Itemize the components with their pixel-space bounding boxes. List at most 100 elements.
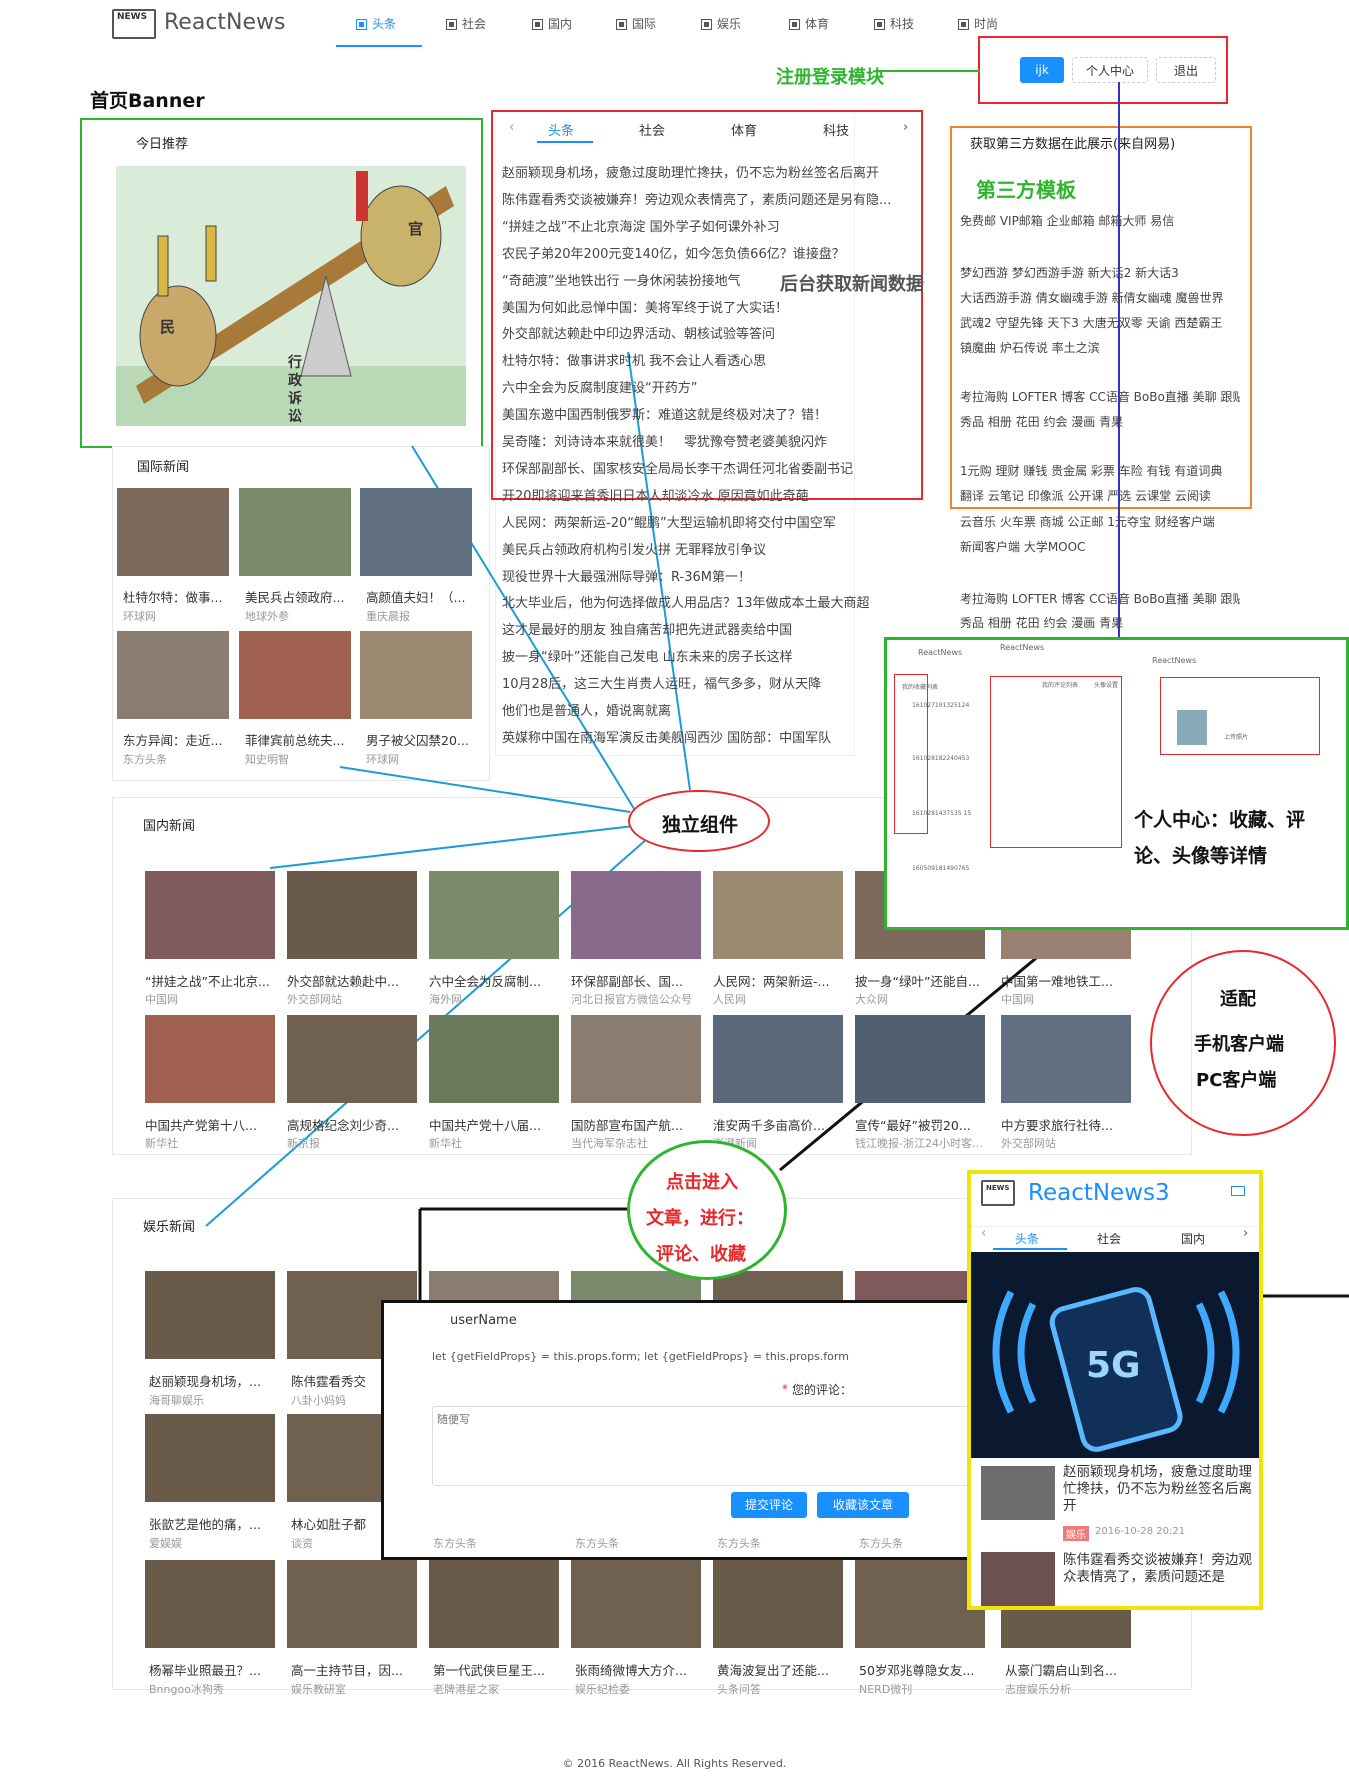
domestic-news-thumb[interactable] <box>855 1015 985 1103</box>
domestic-news-thumb[interactable] <box>571 1015 701 1103</box>
center-tab-0[interactable]: 我的收藏列表 <box>902 682 938 691</box>
nav-item-7[interactable]: 时尚 <box>958 15 998 32</box>
nav-item-0[interactable]: 头条 <box>356 15 396 32</box>
news-list-item[interactable]: 美民兵占领政府机构引发火拼 无罪释放引争议 <box>502 539 910 558</box>
news-list-item[interactable]: 六中全会为反腐制度建设“开药方” <box>502 377 910 396</box>
domestic-news-caption[interactable]: “拼娃之战”不止北京... <box>145 971 281 990</box>
ent-news-thumb[interactable] <box>855 1560 985 1648</box>
domestic-news-caption[interactable]: 中方要求旅行社待... <box>1001 1115 1137 1134</box>
third-party-links[interactable]: 秀品 相册 花田 约会 漫画 青果 <box>960 614 1240 631</box>
ent-news-caption[interactable]: 50岁邓兆尊隐女友... <box>859 1660 985 1679</box>
domestic-news-caption[interactable]: 六中全会为反腐制... <box>429 971 565 990</box>
ent-news-caption[interactable]: 从豪门霸启山到名... <box>1005 1660 1131 1679</box>
domestic-news-thumb[interactable] <box>287 871 417 959</box>
center-tab-1[interactable]: 我的评论列表 <box>1042 680 1078 689</box>
news-list-item[interactable]: 美国为何如此忌惮中国：美将军终于说了大实话！ <box>502 297 910 316</box>
third-party-links[interactable]: 云音乐 火车票 商城 公正邮 1元夺宝 财经客户端 <box>960 513 1240 530</box>
domestic-news-caption[interactable]: 外交部就达赖赴中... <box>287 971 423 990</box>
intl-news-thumb[interactable] <box>360 488 472 576</box>
news-list-item[interactable]: 杜特尔特：做事讲求时机 我不会让人看透心思 <box>502 350 910 369</box>
nav-item-2[interactable]: 国内 <box>532 15 572 32</box>
domestic-news-thumb[interactable] <box>429 1015 559 1103</box>
intl-news-thumb[interactable] <box>239 488 351 576</box>
news-list-item[interactable]: 环保部副部长、国家核安全局局长李干杰调任河北省委副书记 <box>502 458 910 477</box>
domestic-news-caption[interactable]: 披一身“绿叶”还能自... <box>855 971 991 990</box>
ent-news-caption[interactable]: 张歆艺是他的痛，... <box>149 1514 275 1533</box>
news-list-item[interactable]: 美国东邀中国西制俄罗斯：难道这就是终极对决了？错！ <box>502 404 910 423</box>
third-party-links[interactable]: 新闻客户端 大学MOOC <box>960 538 1240 555</box>
domestic-news-caption[interactable]: 淮安两千多亩高价... <box>713 1115 849 1134</box>
mobile-tab-0[interactable]: 头条 <box>1015 1230 1039 1247</box>
mobile-5g-banner[interactable]: 5G <box>971 1252 1259 1458</box>
nav-item-6[interactable]: 科技 <box>874 15 914 32</box>
news-list-item[interactable]: 开20即将迎来首秀旧日本人却淡冷水 原因竟如此奇葩 <box>502 485 910 504</box>
ent-news-caption[interactable]: 第一代武侠巨星王... <box>433 1660 559 1679</box>
ent-news-thumb[interactable] <box>145 1271 275 1359</box>
third-party-links[interactable]: 翻译 云笔记 印像派 公开课 严选 云课堂 云阅读 <box>960 487 1240 504</box>
ent-news-caption[interactable]: 杨幂毕业照最丑？... <box>149 1660 275 1679</box>
news-list-item[interactable]: 外交部就达赖赴中印边界活动、朝核试验等答问 <box>502 323 910 342</box>
ent-news-thumb[interactable] <box>571 1560 701 1648</box>
domestic-news-caption[interactable]: 高规格纪念刘少奇... <box>287 1115 423 1134</box>
domestic-news-thumb[interactable] <box>713 871 843 959</box>
nav-item-1[interactable]: 社会 <box>446 15 486 32</box>
nav-item-4[interactable]: 娱乐 <box>701 15 741 32</box>
mobile-tab-1[interactable]: 社会 <box>1097 1230 1121 1247</box>
news-list-item[interactable]: 陈伟霆看秀交谈被嫌弃！旁边观众表情亮了，素质问题还是另有隐... <box>502 189 910 208</box>
intl-news-caption[interactable]: 美民兵占领政府... <box>245 587 353 606</box>
third-party-links[interactable]: 梦幻西游 梦幻西游手游 新大话2 新大话3 <box>960 264 1240 281</box>
intl-news-thumb[interactable] <box>117 488 229 576</box>
ent-news-caption[interactable]: 赵丽颖现身机场，... <box>149 1371 275 1390</box>
news-list-item[interactable]: 现役世界十大最强洲际导弹：R-36M第一！ <box>502 566 910 585</box>
nav-item-5[interactable]: 体育 <box>789 15 829 32</box>
domestic-news-caption[interactable]: 中国共产党十八届... <box>429 1115 565 1134</box>
domestic-news-thumb[interactable] <box>1001 1015 1131 1103</box>
domestic-news-caption[interactable]: 国防部宣布国产航... <box>571 1115 707 1134</box>
ent-news-thumb[interactable] <box>713 1560 843 1648</box>
submit-comment-button[interactable]: 提交评论 <box>731 1492 807 1518</box>
domestic-news-thumb[interactable] <box>287 1015 417 1103</box>
ent-news-thumb[interactable] <box>429 1560 559 1648</box>
collect-article-button[interactable]: 收藏该文章 <box>817 1492 909 1518</box>
news-tab-1[interactable]: 社会 <box>639 120 665 139</box>
ent-news-caption[interactable]: 高一主持节目，因... <box>291 1660 417 1679</box>
ent-news-thumb[interactable] <box>145 1414 275 1502</box>
ent-news-thumb[interactable] <box>145 1560 275 1648</box>
domestic-news-thumb[interactable] <box>713 1015 843 1103</box>
domestic-news-thumb[interactable] <box>145 871 275 959</box>
news-list-item[interactable]: 农民子弟20年200元变140亿，如今怎负债66亿？谁接盘？ <box>502 243 910 262</box>
domestic-news-thumb[interactable] <box>145 1015 275 1103</box>
intl-news-thumb[interactable] <box>360 631 472 719</box>
domestic-news-caption[interactable]: 中国第一难地铁工... <box>1001 971 1137 990</box>
news-tab-2[interactable]: 体育 <box>731 120 757 139</box>
third-party-links[interactable]: 秀品 相册 花田 约会 漫画 青果 <box>960 413 1240 430</box>
domestic-news-caption[interactable]: 人民网：两架新运-... <box>713 971 849 990</box>
third-party-links[interactable]: 武魂2 守望先锋 天下3 大唐无双零 天谕 西楚霸王 <box>960 314 1240 331</box>
mobile-news-2[interactable]: 陈伟霆看秀交谈被嫌弃！旁边观众表情亮了，素质问题还是 <box>1063 1552 1253 1604</box>
news-list-item[interactable]: “拼娃之战”不止北京海淀 国外学子如何课外补习 <box>502 216 910 235</box>
news-tab-0[interactable]: 头条 <box>548 120 574 139</box>
news-tab-3[interactable]: 科技 <box>823 120 849 139</box>
intl-news-caption[interactable]: 菲律宾前总统夫... <box>245 730 353 749</box>
mobile-news-thumb[interactable] <box>981 1466 1055 1520</box>
comment-textarea[interactable] <box>432 1406 1017 1486</box>
ent-news-thumb[interactable] <box>287 1560 417 1648</box>
domestic-news-thumb[interactable] <box>571 871 701 959</box>
center-upload[interactable]: 上传照片 <box>1224 732 1248 741</box>
news-list-item[interactable]: 赵丽颖现身机场，疲惫过度助理忙搀扶，仍不忘为粉丝签名后离开 <box>502 162 910 181</box>
mobile-tab-2[interactable]: 国内 <box>1181 1230 1205 1247</box>
domestic-news-caption[interactable]: 环保部副部长、国... <box>571 971 707 990</box>
news-list-item[interactable]: 10月28后，这三大生肖贵人运旺，福气多多，财从天降 <box>502 673 910 692</box>
domestic-news-thumb[interactable] <box>429 871 559 959</box>
intl-news-thumb[interactable] <box>117 631 229 719</box>
news-list-item[interactable]: 英媒称中国在南海军演反击美舰闯西沙 国防部：中国军队 <box>502 727 910 746</box>
intl-news-caption[interactable]: 男子被父囚禁20... <box>366 730 474 749</box>
intl-news-caption[interactable]: 高颜值夫妇！（... <box>366 587 474 606</box>
third-party-links[interactable]: 大话西游手游 倩女幽魂手游 新倩女幽魂 魔兽世界 <box>960 289 1240 306</box>
third-party-links[interactable]: 1元购 理财 赚钱 贵金属 彩票 车险 有钱 有道词典 <box>960 462 1240 479</box>
ent-news-caption[interactable]: 黄海波复出了还能... <box>717 1660 843 1679</box>
mobile-mail-icon[interactable] <box>1231 1186 1245 1196</box>
third-party-links[interactable]: 考拉海购 LOFTER 博客 CC语音 BoBo直播 美聊 跟贴 <box>960 388 1240 405</box>
domestic-news-caption[interactable]: 宣传“最好”被罚20... <box>855 1115 991 1134</box>
news-list-item[interactable]: 吴奇隆：刘诗诗本来就很美！ 零犹豫夸赞老婆美貌闪炸 <box>502 431 910 450</box>
